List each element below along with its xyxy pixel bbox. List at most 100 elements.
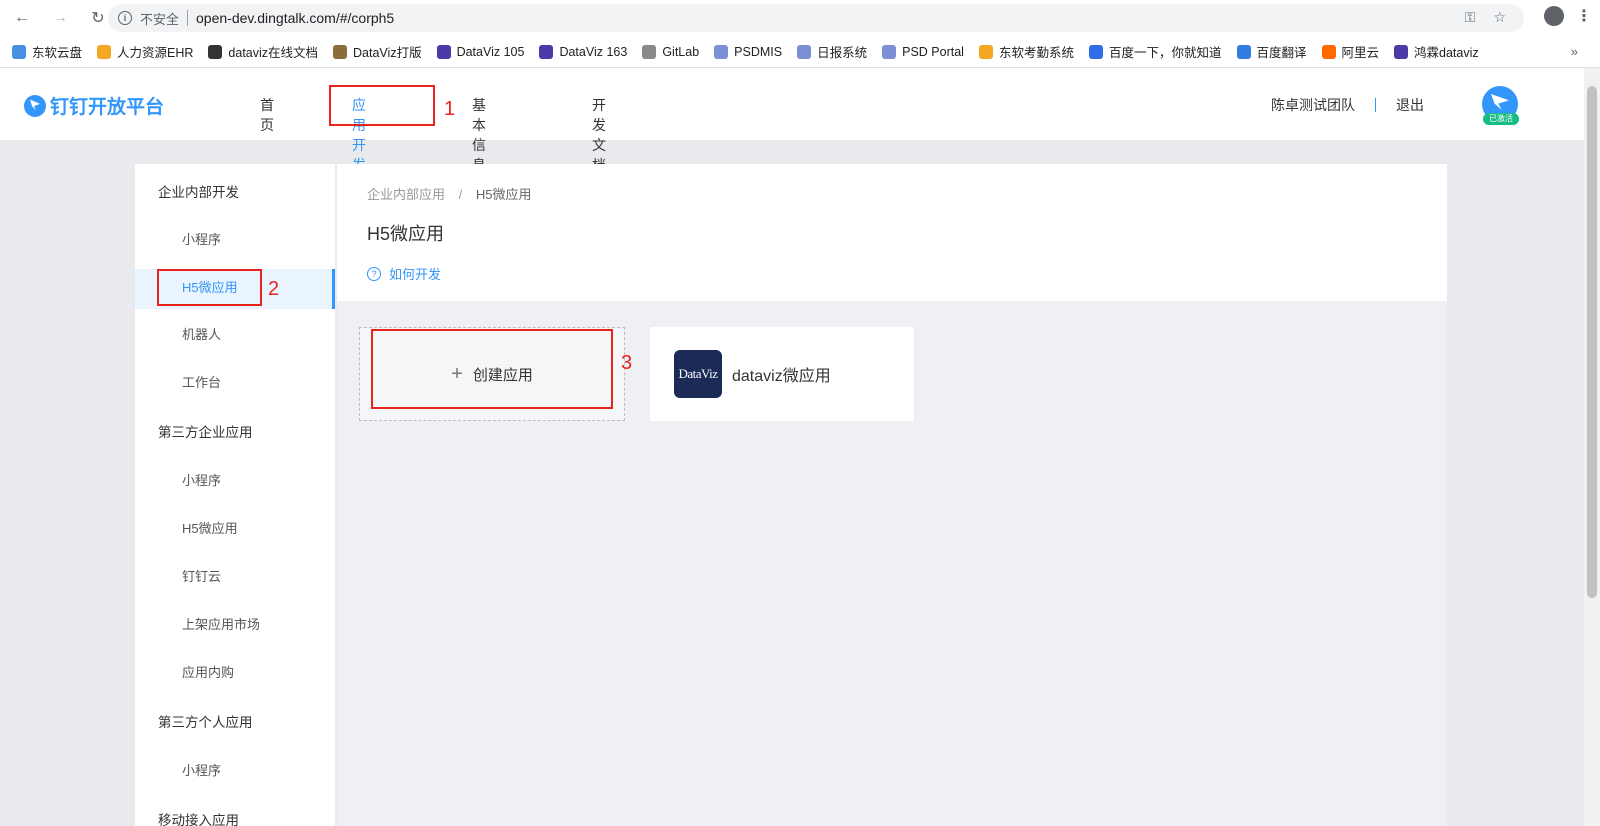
bookmark-label: PSDMIS bbox=[734, 44, 783, 59]
bookmarks-overflow-icon[interactable]: » bbox=[1571, 44, 1578, 59]
bookmark-label: 日报系统 bbox=[817, 46, 868, 60]
header-divider bbox=[1375, 98, 1376, 112]
dingtalk-logo[interactable]: 钉钉开放平台 bbox=[24, 92, 164, 119]
bookmark-icon bbox=[642, 44, 657, 59]
bookmark-item[interactable]: DataViz 163 bbox=[539, 44, 628, 59]
dataviz-app-logo: DataViz bbox=[674, 350, 722, 398]
bookmark-icon bbox=[797, 44, 812, 59]
address-bar[interactable]: i 不安全 open-dev.dingtalk.com/#/corph5 ⚿ ☆ bbox=[108, 4, 1524, 32]
breadcrumb-separator: / bbox=[458, 187, 463, 202]
bookmark-icon bbox=[882, 44, 897, 59]
sidebar-item-dingtalk-cloud[interactable]: 钉钉云 bbox=[182, 566, 221, 585]
menu-icon[interactable]: ⋮ bbox=[1576, 6, 1592, 26]
bookmark-label: PSD Portal bbox=[902, 44, 964, 59]
bookmark-item[interactable]: 百度一下，你就知道 bbox=[1088, 42, 1222, 61]
app-card[interactable]: DataViz dataviz微应用 bbox=[650, 327, 914, 421]
info-icon[interactable]: i bbox=[118, 11, 132, 25]
bookmark-label: GitLab bbox=[662, 44, 700, 59]
bookmark-item[interactable]: DataViz 105 bbox=[436, 44, 525, 59]
nav-dev-docs[interactable]: 开发文档 bbox=[592, 95, 606, 175]
annotation-number-1: 1 bbox=[444, 98, 456, 120]
bookmark-item[interactable]: PSDMIS bbox=[714, 44, 783, 59]
bookmark-label: 百度一下，你就知道 bbox=[1108, 46, 1222, 60]
bookmark-label: 百度翻译 bbox=[1256, 46, 1307, 60]
bookmark-item[interactable]: PSD Portal bbox=[882, 44, 964, 59]
sidebar-item-app-market[interactable]: 上架应用市场 bbox=[182, 614, 260, 633]
bookmark-item[interactable]: 鸿霖dataviz bbox=[1394, 42, 1479, 61]
annotation-number-3: 3 bbox=[621, 352, 633, 374]
bookmark-item[interactable]: GitLab bbox=[642, 44, 700, 59]
bookmark-item[interactable]: 人力资源EHR bbox=[97, 42, 193, 61]
nav-home[interactable]: 首页 bbox=[260, 95, 274, 135]
question-icon: ? bbox=[367, 266, 381, 281]
sidebar-group-mobile-access: 移动接入应用 bbox=[158, 813, 239, 826]
bookmark-item[interactable]: dataviz在线文档 bbox=[208, 42, 318, 61]
scrollbar-thumb[interactable] bbox=[1587, 86, 1597, 598]
bookmark-icon bbox=[539, 44, 554, 59]
key-icon[interactable]: ⚿ bbox=[1465, 9, 1476, 26]
sidebar-group-third-party-personal: 第三方个人应用 bbox=[158, 715, 253, 730]
bookmark-item[interactable]: 东软云盘 bbox=[12, 42, 82, 61]
sidebar-item-mini-program[interactable]: 小程序 bbox=[182, 229, 221, 248]
sidebar-item-tp-mini-program[interactable]: 小程序 bbox=[182, 470, 221, 489]
bookmark-item[interactable]: 阿里云 bbox=[1321, 42, 1380, 61]
bookmark-label: DataViz 163 bbox=[559, 44, 628, 59]
bookmark-icon bbox=[208, 44, 223, 59]
logo-text: 钉钉开放平台 bbox=[50, 97, 165, 118]
bookmark-label: dataviz在线文档 bbox=[228, 46, 319, 60]
how-to-develop-link[interactable]: ? 如何开发 bbox=[367, 264, 441, 283]
help-link-label: 如何开发 bbox=[389, 267, 442, 282]
bookmark-label: 东软云盘 bbox=[32, 46, 83, 60]
back-icon[interactable]: ← bbox=[10, 6, 34, 30]
sidebar-item-tp-h5-app[interactable]: H5微应用 bbox=[182, 518, 238, 537]
bookmarks-bar: 东软云盘 人力资源EHR dataviz在线文档 DataViz打版 DataViz 1… bbox=[0, 36, 1600, 68]
bookmark-item[interactable]: 日报系统 bbox=[797, 42, 867, 61]
reload-icon[interactable]: ↻ bbox=[86, 6, 110, 30]
annotation-box-2 bbox=[157, 269, 262, 306]
site-header: 钉钉开放平台 首页 应用开发 基本信息 开发文档 陈卓测试团队 退出 已激活 bbox=[0, 68, 1584, 173]
team-name[interactable]: 陈卓测试团队 bbox=[1271, 95, 1355, 115]
bookmark-label: 东软考勤系统 bbox=[998, 46, 1074, 60]
bookmark-item[interactable]: 东软考勤系统 bbox=[978, 42, 1074, 61]
breadcrumb-parent[interactable]: 企业内部应用 bbox=[367, 187, 445, 202]
sidebar-group-internal: 企业内部开发 bbox=[158, 185, 239, 200]
sidebar: 企业内部开发 小程序 H5微应用 机器人 工作台 第三方企业应用 小程序 H5微… bbox=[135, 164, 335, 826]
sidebar-item-workbench[interactable]: 工作台 bbox=[182, 372, 221, 391]
sidebar-group-third-party-enterprise: 第三方企业应用 bbox=[158, 425, 253, 440]
bookmark-icon bbox=[1394, 44, 1409, 59]
url-text[interactable]: open-dev.dingtalk.com/#/corph5 bbox=[196, 10, 394, 26]
app-name: dataviz微应用 bbox=[732, 368, 831, 385]
sidebar-item-robot[interactable]: 机器人 bbox=[182, 324, 221, 343]
page-title: H5微应用 bbox=[367, 224, 445, 244]
bookmark-icon bbox=[978, 44, 993, 59]
annotation-number-2: 2 bbox=[268, 278, 280, 300]
star-icon[interactable]: ☆ bbox=[1493, 9, 1506, 26]
sidebar-item-personal-mini-program[interactable]: 小程序 bbox=[182, 760, 221, 779]
bookmark-label: DataViz打版 bbox=[353, 46, 422, 60]
bookmark-label: 鸿霖dataviz bbox=[1414, 46, 1479, 60]
bookmark-icon bbox=[12, 44, 26, 59]
sidebar-item-in-app-purchase[interactable]: 应用内购 bbox=[182, 662, 234, 681]
browser-toolbar: ← → ↻ i 不安全 open-dev.dingtalk.com/#/corp… bbox=[0, 0, 1600, 36]
status-badge: 已激活 bbox=[1483, 113, 1519, 125]
main-header-panel: 企业内部应用 / H5微应用 H5微应用 ? 如何开发 bbox=[337, 164, 1447, 301]
logout-link[interactable]: 退出 bbox=[1396, 95, 1424, 115]
profile-icon[interactable] bbox=[1544, 6, 1564, 26]
bookmark-icon bbox=[1321, 44, 1336, 59]
bookmark-item[interactable]: 百度翻译 bbox=[1236, 42, 1307, 61]
bookmark-icon bbox=[714, 44, 729, 59]
forward-icon[interactable]: → bbox=[48, 6, 72, 30]
page-scrollbar[interactable] bbox=[1584, 68, 1600, 826]
nav-basic-info[interactable]: 基本信息 bbox=[472, 95, 486, 175]
breadcrumb: 企业内部应用 / H5微应用 bbox=[367, 184, 532, 203]
bookmark-item[interactable]: DataViz打版 bbox=[333, 42, 422, 61]
bookmark-label: 阿里云 bbox=[1341, 46, 1380, 60]
annotation-box-1 bbox=[329, 85, 435, 126]
bookmark-icon bbox=[1088, 44, 1103, 59]
bookmark-icon bbox=[97, 44, 112, 59]
bookmark-label: 人力资源EHR bbox=[117, 46, 194, 60]
annotation-box-3 bbox=[371, 329, 613, 409]
breadcrumb-current: H5微应用 bbox=[475, 187, 532, 202]
dingtalk-logo-icon bbox=[24, 94, 46, 117]
bookmark-label: DataViz 105 bbox=[456, 44, 525, 59]
